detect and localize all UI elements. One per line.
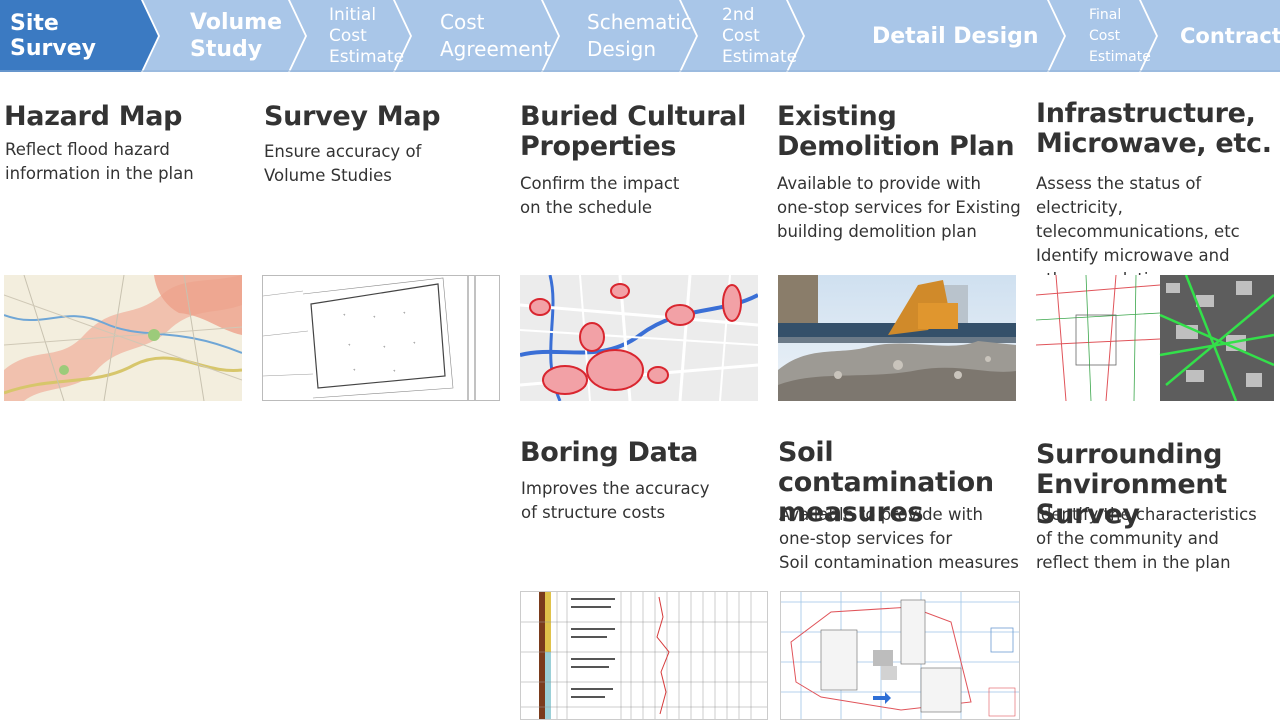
step-contract[interactable]: Contract xyxy=(1180,0,1280,72)
process-stepper: Site Survey Volume Study Initial Cost Es… xyxy=(0,0,1280,72)
step-label-initial-cost-estimate: Initial Cost Estimate xyxy=(329,4,405,67)
step-label-contract: Contract xyxy=(1180,24,1280,48)
hazard-map-desc: Reflect flood hazard information in the … xyxy=(5,140,194,183)
step-label-2nd-cost-estimate: 2nd Cost Estimate xyxy=(722,4,798,67)
boring-data-desc: Improves the accuracy of structure costs xyxy=(521,479,710,522)
boring-data-title: Boring Data xyxy=(520,437,699,468)
existing-demolition-plan-desc: Available to provide with one-stop servi… xyxy=(777,174,1021,241)
step-volume-study[interactable]: Volume Study xyxy=(190,0,290,72)
existing-demolition-plan-title: Existing Demolition Plan xyxy=(777,101,1015,162)
step-site-survey[interactable]: Site Survey xyxy=(10,0,145,72)
surrounding-environment-desc: Identify the characteristics of the comm… xyxy=(1036,505,1257,572)
step-label-cost-agreement: Cost Agreement xyxy=(440,10,552,61)
buried-cultural-properties-title: Buried Cultural Properties xyxy=(520,101,747,162)
buried-cultural-properties-desc: Confirm the impact on the schedule xyxy=(520,174,680,217)
step-schematic-design[interactable]: Schematic Design xyxy=(587,0,695,72)
soil-grid-image xyxy=(780,591,1020,720)
step-detail-design[interactable]: Detail Design xyxy=(872,0,1042,72)
survey-map-image: + + + + + + + + xyxy=(262,275,500,401)
step-2nd-cost-estimate[interactable]: 2nd Cost Estimate xyxy=(722,0,802,72)
step-cost-agreement[interactable]: Cost Agreement xyxy=(440,0,555,72)
boring-log-image xyxy=(520,591,768,720)
cultural-properties-map-image xyxy=(520,275,758,401)
step-label-site-survey: Site Survey xyxy=(10,11,96,61)
demolition-photo-image xyxy=(778,275,1016,401)
infrastructure-title: Infrastructure, Microwave, etc. xyxy=(1036,98,1272,159)
step-label-schematic-design: Schematic Design xyxy=(587,10,692,61)
hazard-map-title: Hazard Map xyxy=(4,101,183,132)
step-final-cost-estimate[interactable]: Final Cost Estimate xyxy=(1089,0,1155,72)
hazard-map-image xyxy=(4,275,242,401)
survey-map-title: Survey Map xyxy=(264,101,441,132)
step-label-volume-study: Volume Study xyxy=(190,10,282,62)
soil-contamination-desc: Available to provide with one-stop servi… xyxy=(779,505,1019,572)
step-label-detail-design: Detail Design xyxy=(872,23,1039,49)
step-initial-cost-estimate[interactable]: Initial Cost Estimate xyxy=(329,0,407,72)
survey-map-desc: Ensure accuracy of Volume Studies xyxy=(264,142,422,185)
infrastructure-map-image xyxy=(1036,275,1274,401)
step-label-final-cost-estimate: Final Cost Estimate xyxy=(1089,6,1151,65)
infrastructure-desc: Assess the status of electricity, teleco… xyxy=(1036,174,1240,289)
